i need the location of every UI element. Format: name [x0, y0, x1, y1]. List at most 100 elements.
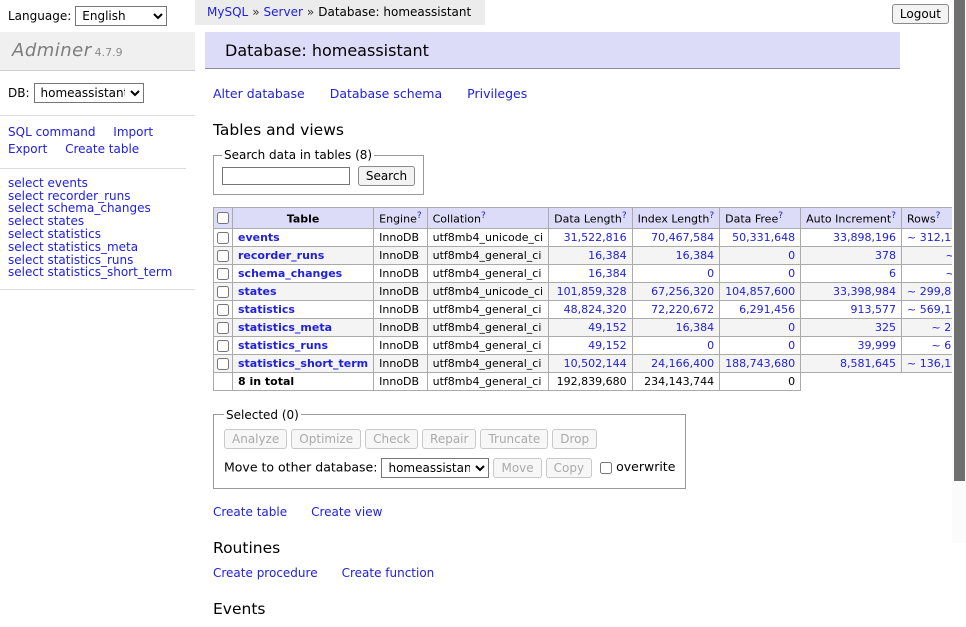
page-link[interactable]: Create view [311, 505, 382, 519]
selected-action-button[interactable]: Analyze [224, 429, 287, 449]
sidebar-action-link[interactable]: SQL command [8, 125, 95, 139]
data-free-link[interactable]: 50,331,648 [725, 231, 795, 244]
auto-increment-link[interactable]: 8,581,645 [806, 357, 896, 370]
index-length-link[interactable]: 16,384 [638, 321, 715, 334]
selected-action-button[interactable]: Optimize [291, 429, 361, 449]
index-length-cell: 16,384 [632, 318, 720, 336]
auto-increment-link[interactable]: 33,898,196 [806, 231, 896, 244]
page-link[interactable]: Create function [342, 566, 435, 580]
index-length-link[interactable]: 0 [638, 339, 715, 352]
table-name-cell: schema_changes [233, 264, 374, 282]
selected-action-button[interactable]: Repair [422, 429, 476, 449]
db-select[interactable]: homeassistant [34, 83, 144, 103]
search-button[interactable]: Search [358, 166, 415, 186]
index-length-link[interactable]: 67,256,320 [638, 285, 715, 298]
row-checkbox[interactable] [217, 268, 229, 280]
page-link[interactable]: Create procedure [213, 566, 318, 580]
vertical-scrollbar[interactable] [952, 0, 966, 543]
column-hint-link[interactable]: ? [417, 211, 422, 221]
data-free-link[interactable]: 0 [725, 267, 795, 280]
index-length-link[interactable]: 70,467,584 [638, 231, 715, 244]
logout-button[interactable]: Logout [892, 4, 949, 24]
move-database-select[interactable]: homeassistant [381, 458, 489, 478]
sidebar-select-link[interactable]: select statistics_short_term [8, 266, 187, 279]
breadcrumb-server-link[interactable]: Server [264, 5, 303, 19]
auto-increment-link[interactable]: 325 [806, 321, 896, 334]
page-link[interactable]: Create table [213, 505, 287, 519]
page-link[interactable]: Alter database [213, 86, 305, 101]
data-length-link[interactable]: 16,384 [554, 249, 626, 262]
sidebar-select-link[interactable]: select statistics [8, 228, 187, 241]
sidebar-select-link[interactable]: select statistics_meta [8, 241, 187, 254]
row-checkbox[interactable] [217, 340, 229, 352]
brand-name[interactable]: Adminer [12, 40, 92, 61]
data-length-link[interactable]: 10,502,144 [554, 357, 626, 370]
table-link[interactable]: statistics [238, 303, 295, 316]
move-button[interactable]: Move [493, 458, 541, 478]
data-length-link[interactable]: 49,152 [554, 321, 626, 334]
row-checkbox-cell [214, 300, 233, 318]
sidebar-action-link[interactable]: Import [113, 125, 153, 139]
table-link[interactable]: schema_changes [238, 267, 342, 280]
routines-heading: Routines [213, 539, 952, 557]
copy-button[interactable]: Copy [546, 458, 592, 478]
row-checkbox[interactable] [217, 250, 229, 262]
row-checkbox[interactable] [217, 232, 229, 244]
row-checkbox[interactable] [217, 322, 229, 334]
data-free-link[interactable]: 188,743,680 [725, 357, 795, 370]
table-link[interactable]: recorder_runs [238, 249, 324, 262]
selected-legend: Selected (0) [224, 408, 301, 422]
auto-increment-link[interactable]: 913,577 [806, 303, 896, 316]
sidebar-action-link[interactable]: Create table [65, 142, 139, 156]
table-link[interactable]: statistics_meta [238, 321, 332, 334]
data-free-link[interactable]: 0 [725, 249, 795, 262]
table-link[interactable]: statistics_runs [238, 339, 328, 352]
auto-increment-link[interactable]: 33,398,984 [806, 285, 896, 298]
index-length-link[interactable]: 0 [638, 267, 715, 280]
page-link[interactable]: Privileges [467, 86, 527, 101]
column-hint-link[interactable]: ? [622, 211, 627, 221]
sidebar-action-link[interactable]: Export [8, 142, 47, 156]
collation-cell: utf8mb4_general_ci [427, 318, 548, 336]
data-length-cell: 49,152 [549, 318, 632, 336]
column-header: Data Free? [720, 208, 801, 229]
data-free-link[interactable]: 6,291,456 [725, 303, 795, 316]
language-select[interactable]: English [75, 6, 167, 26]
data-length-link[interactable]: 101,859,328 [554, 285, 626, 298]
selected-action-button[interactable]: Drop [552, 429, 597, 449]
select-all-checkbox[interactable] [217, 212, 229, 224]
column-hint-link[interactable]: ? [709, 211, 714, 221]
column-hint-link[interactable]: ? [936, 211, 941, 221]
selected-action-button[interactable]: Truncate [480, 429, 548, 449]
column-hint-link[interactable]: ? [481, 211, 486, 221]
column-hint-link[interactable]: ? [891, 211, 896, 221]
data-length-link[interactable]: 49,152 [554, 339, 626, 352]
page-link[interactable]: Database schema [330, 86, 442, 101]
index-length-link[interactable]: 72,220,672 [638, 303, 715, 316]
index-length-link[interactable]: 24,166,400 [638, 357, 715, 370]
auto-increment-link[interactable]: 39,999 [806, 339, 896, 352]
index-length-link[interactable]: 16,384 [638, 249, 715, 262]
row-checkbox[interactable] [217, 304, 229, 316]
row-checkbox[interactable] [217, 358, 229, 370]
search-fieldset: Search data in tables (8) Search [213, 148, 424, 195]
data-free-link[interactable]: 0 [725, 339, 795, 352]
column-hint-link[interactable]: ? [778, 211, 783, 221]
breadcrumb-mysql-link[interactable]: MySQL [207, 5, 248, 19]
data-length-link[interactable]: 31,522,816 [554, 231, 626, 244]
row-checkbox[interactable] [217, 286, 229, 298]
search-input[interactable] [222, 167, 350, 185]
table-link[interactable]: states [238, 285, 277, 298]
data-length-link[interactable]: 16,384 [554, 267, 626, 280]
data-length-link[interactable]: 48,824,320 [554, 303, 626, 316]
sidebar-select-link[interactable]: select events [8, 177, 187, 190]
selected-action-button[interactable]: Check [365, 429, 418, 449]
overwrite-checkbox[interactable] [600, 462, 612, 474]
auto-increment-link[interactable]: 378 [806, 249, 896, 262]
data-free-link[interactable]: 0 [725, 321, 795, 334]
table-link[interactable]: statistics_short_term [238, 357, 368, 370]
auto-increment-link[interactable]: 6 [806, 267, 896, 280]
data-free-link[interactable]: 104,857,600 [725, 285, 795, 298]
scrollbar-thumb[interactable] [954, 0, 965, 481]
table-link[interactable]: events [238, 231, 280, 244]
